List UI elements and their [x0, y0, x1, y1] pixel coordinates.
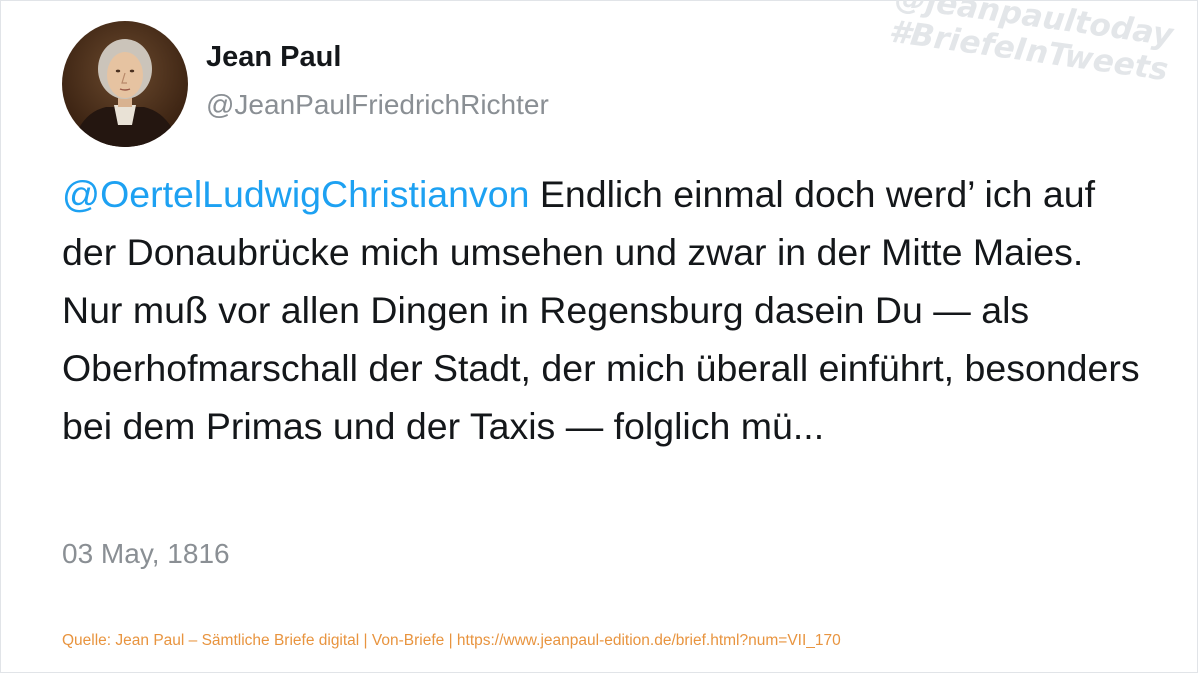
author-name[interactable]: Jean Paul — [206, 41, 341, 74]
tweet-text: @OertelLudwigChristianvon Endlich einmal… — [62, 165, 1142, 455]
source-credit: Quelle: Jean Paul – Sämtliche Briefe dig… — [62, 632, 841, 649]
author-handle[interactable]: @JeanPaulFriedrichRichter — [206, 89, 549, 121]
portrait-avatar[interactable] — [62, 21, 188, 147]
tweet-card: Jean Paul @JeanPaulFriedrichRichter @jea… — [0, 0, 1198, 673]
portrait-icon — [72, 39, 180, 147]
mention-link[interactable]: @OertelLudwigChristianvon — [62, 173, 529, 215]
tweet-date: 03 May, 1816 — [62, 538, 230, 569]
watermark: @jeanpaultoday #BriefeInTweets — [868, 0, 1175, 88]
